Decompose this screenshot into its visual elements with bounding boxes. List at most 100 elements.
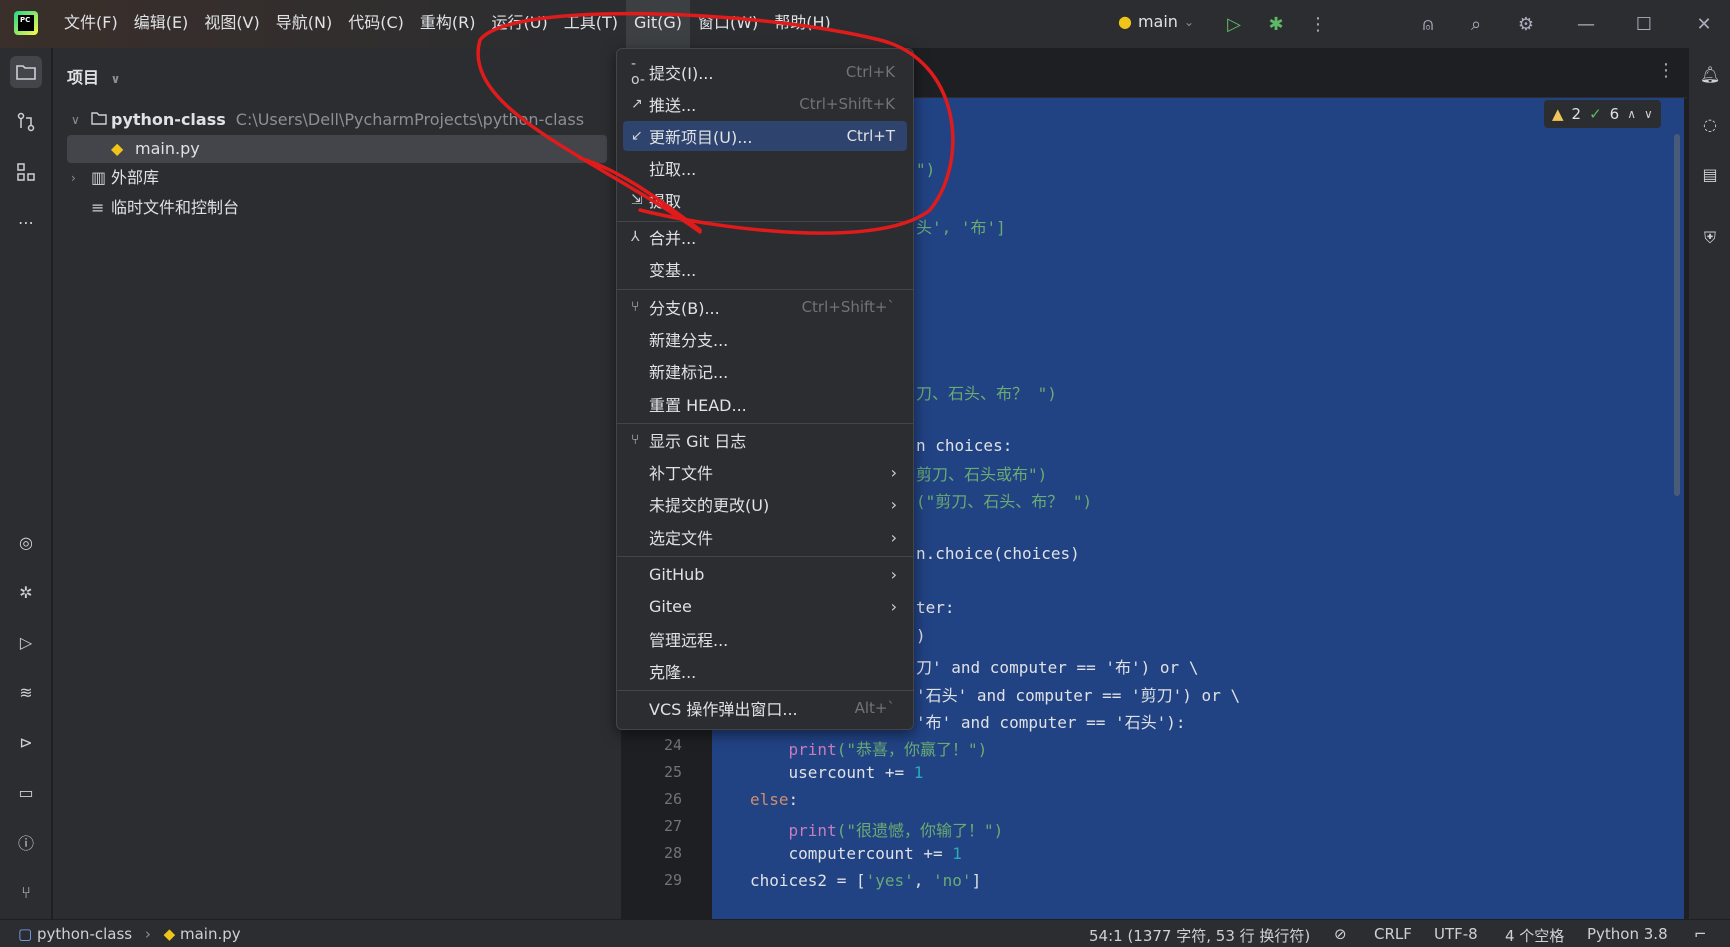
- git-menu-item-branches[interactable]: ⑂ 分支(B)... Ctrl+Shift+`: [623, 292, 907, 322]
- git-menu-item-clone[interactable]: 克隆...: [623, 656, 907, 686]
- minimize-icon[interactable]: —: [1572, 10, 1600, 38]
- line-ending[interactable]: CRLF: [1374, 925, 1412, 943]
- folder-icon: [91, 106, 111, 134]
- scratches-icon: ≡: [91, 198, 105, 217]
- run-icon[interactable]: ▷: [1220, 10, 1248, 38]
- more-vertical-icon[interactable]: ⋮: [1657, 60, 1675, 81]
- debug-icon[interactable]: ✱: [1262, 10, 1290, 38]
- code-line: 头', '布']: [916, 218, 1006, 237]
- git-menu-item-uncommitted[interactable]: 未提交的更改(U) ›: [623, 489, 907, 519]
- git-menu-item-update-project[interactable]: ↙ 更新项目(U)... Ctrl+T: [623, 121, 907, 151]
- code-line: else:: [750, 790, 799, 809]
- menu-view[interactable]: 视图(V): [196, 0, 267, 48]
- menu-code[interactable]: 代码(C): [340, 0, 412, 48]
- menu-window[interactable]: 窗口(W): [690, 0, 766, 48]
- code-line: '石头' and computer == '剪刀') or \: [916, 686, 1241, 705]
- library-icon: ▥: [91, 168, 107, 187]
- chevron-up-icon[interactable]: ∧: [1627, 107, 1636, 121]
- tree-item-external-libs[interactable]: › ▥ 外部库: [71, 164, 159, 192]
- debug-tool-icon[interactable]: ✲: [10, 576, 42, 608]
- search-icon[interactable]: ⌕: [1462, 10, 1490, 38]
- project-folder-icon[interactable]: [10, 56, 42, 88]
- terminal-icon[interactable]: ▭: [10, 776, 42, 808]
- caret-position[interactable]: 54:1 (1377 字符, 53 行 换行符): [1089, 925, 1310, 946]
- code-line: 剪刀、石头或布"): [916, 465, 1048, 484]
- commit-tool-icon[interactable]: [10, 106, 42, 138]
- git-menu-item-remotes[interactable]: 管理远程...: [623, 624, 907, 654]
- git-menu-item-commit[interactable]: -o- 提交(I)... Ctrl+K: [623, 56, 907, 88]
- code-line: n.choice(choices): [916, 544, 1080, 563]
- close-icon[interactable]: ✕: [1690, 10, 1718, 38]
- more-vertical-icon[interactable]: ⋮: [1304, 10, 1332, 38]
- merge-icon: ⅄: [631, 229, 640, 245]
- python-console-icon[interactable]: ◎: [10, 526, 42, 558]
- chevron-right-icon: ›: [144, 925, 151, 943]
- database-icon[interactable]: ▤: [1694, 158, 1726, 190]
- ai-assistant-icon[interactable]: ◌: [1694, 108, 1726, 140]
- menu-edit[interactable]: 编辑(E): [126, 0, 197, 48]
- shield-icon[interactable]: ⛨: [1694, 222, 1726, 254]
- chevron-right-icon: ›: [890, 462, 897, 482]
- git-menu-item-pull[interactable]: 拉取...: [623, 153, 907, 183]
- project-panel: 项目 ∨ ∨ python-class C:\Users\Dell\Pychar…: [53, 48, 621, 919]
- run-config-selector[interactable]: ● main ⌄: [1118, 12, 1194, 31]
- git-menu-item-rebase[interactable]: 变基...: [623, 254, 907, 284]
- git-menu-item-vcs-popup[interactable]: VCS 操作弹出窗口... Alt+`: [623, 693, 907, 723]
- line-number: 25: [663, 763, 682, 781]
- git-menu-item-merge[interactable]: ⅄ 合并...: [623, 222, 907, 252]
- tree-item-project-root[interactable]: ∨ python-class C:\Users\Dell\PycharmProj…: [71, 106, 584, 134]
- git-menu-item-fetch[interactable]: ⇲ 提取: [623, 185, 907, 215]
- warning-icon: ▲: [1552, 105, 1564, 123]
- gear-icon[interactable]: ⚙: [1512, 10, 1540, 38]
- code-line: ter:: [916, 598, 955, 617]
- indent[interactable]: 4 个空格: [1505, 925, 1564, 946]
- git-menu-item-github[interactable]: GitHub ›: [623, 559, 907, 589]
- add-user-icon[interactable]: ⍝: [1414, 10, 1442, 38]
- git-menu-item-push[interactable]: ↗ 推送... Ctrl+Shift+K: [623, 89, 907, 119]
- git-menu-item-show-log[interactable]: ⑂ 显示 Git 日志: [623, 425, 907, 455]
- layers-icon[interactable]: ≋: [10, 676, 42, 708]
- panel-title[interactable]: 项目 ∨: [67, 64, 120, 88]
- git-menu-item-new-tag[interactable]: 新建标记...: [623, 356, 907, 386]
- run-tool-icon[interactable]: ▷: [10, 626, 42, 658]
- readonly-toggle-icon[interactable]: ⊘: [1334, 925, 1347, 943]
- tree-item-scratches[interactable]: ≡ 临时文件和控制台: [91, 194, 239, 222]
- more-horizontal-icon[interactable]: ⋯: [10, 206, 42, 238]
- git-menu: -o- 提交(I)... Ctrl+K ↗ 推送... Ctrl+Shift+K…: [616, 48, 914, 730]
- line-number: 24: [663, 736, 682, 754]
- git-menu-item-patch[interactable]: 补丁文件 ›: [623, 457, 907, 487]
- menu-git[interactable]: Git(G): [625, 0, 690, 48]
- git-menu-item-reset-head[interactable]: 重置 HEAD...: [623, 389, 907, 419]
- problems-icon[interactable]: ⓘ: [10, 826, 42, 858]
- python-file-icon: ◆: [111, 139, 124, 158]
- menu-separator: [617, 556, 913, 557]
- git-menu-item-gitee[interactable]: Gitee ›: [623, 591, 907, 621]
- git-tool-icon[interactable]: ⑂: [10, 876, 42, 908]
- chevron-right-icon: ›: [71, 171, 76, 185]
- menu-navigate[interactable]: 导航(N): [268, 0, 340, 48]
- structure-icon[interactable]: [10, 156, 42, 188]
- menu-run[interactable]: 运行(U): [484, 0, 556, 48]
- inspection-widget[interactable]: ▲ 2 ✓ 6 ∧ ∨: [1544, 100, 1661, 128]
- chevron-right-icon: ›: [890, 596, 897, 616]
- menu-help[interactable]: 帮助(H): [766, 0, 839, 48]
- menu-tools[interactable]: 工具(T): [556, 0, 626, 48]
- notifications-icon[interactable]: 🔔︎: [1694, 58, 1726, 90]
- chevron-down-icon: ⌄: [1183, 14, 1195, 29]
- tree-item-main-py[interactable]: ◆ main.py: [67, 135, 607, 163]
- interpreter[interactable]: Python 3.8: [1587, 925, 1668, 943]
- git-menu-item-selected-file[interactable]: 选定文件 ›: [623, 522, 907, 552]
- services-icon[interactable]: ⊳: [10, 726, 42, 758]
- code-line: computercount += 1: [750, 844, 962, 863]
- menu-refactor[interactable]: 重构(R): [412, 0, 484, 48]
- menu-file[interactable]: 文件(F): [56, 0, 126, 48]
- maximize-icon[interactable]: ☐: [1630, 10, 1658, 38]
- editor-scrollbar[interactable]: [1674, 134, 1680, 496]
- branch-label: main: [1137, 12, 1178, 31]
- code-line: ("剪刀、石头、布？ "): [916, 492, 1093, 511]
- lock-icon[interactable]: ⌐: [1694, 925, 1707, 943]
- encoding[interactable]: UTF-8: [1434, 925, 1478, 943]
- git-menu-item-new-branch[interactable]: 新建分支...: [623, 324, 907, 354]
- menu-separator: [617, 690, 913, 691]
- chevron-down-icon[interactable]: ∨: [1644, 107, 1653, 121]
